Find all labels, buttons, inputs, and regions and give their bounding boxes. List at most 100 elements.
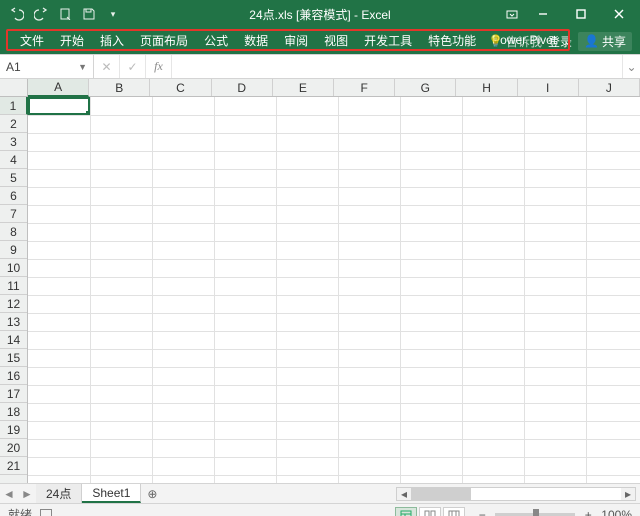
row-header[interactable]: 20 — [0, 439, 27, 457]
active-cell[interactable] — [28, 97, 90, 115]
zoom-in-button[interactable]: + — [581, 508, 595, 516]
column-header[interactable]: G — [395, 79, 456, 96]
zoom-controls: − + 100% — [475, 508, 632, 516]
expand-formula-bar-icon[interactable]: ⌄ — [622, 55, 640, 78]
share-button[interactable]: 👤 共享 — [578, 32, 632, 51]
row-header[interactable]: 21 — [0, 457, 27, 475]
row-header[interactable]: 15 — [0, 349, 27, 367]
column-header[interactable]: J — [579, 79, 640, 96]
tab-page-layout[interactable]: 页面布局 — [132, 31, 196, 49]
tab-view[interactable]: 视图 — [316, 31, 356, 49]
title-mode: [兼容模式] — [296, 8, 351, 22]
row-header[interactable]: 3 — [0, 133, 27, 151]
horizontal-scrollbar[interactable]: ◂ ▸ — [396, 487, 636, 501]
column-header[interactable]: F — [334, 79, 395, 96]
column-header[interactable]: E — [273, 79, 334, 96]
column-header[interactable]: A — [28, 79, 89, 97]
row-header[interactable]: 18 — [0, 403, 27, 421]
row-header[interactable]: 10 — [0, 259, 27, 277]
qat-customize-icon[interactable]: ▾ — [106, 7, 120, 21]
row-header[interactable]: 13 — [0, 313, 27, 331]
row-header[interactable]: 12 — [0, 295, 27, 313]
column-header[interactable]: B — [89, 79, 150, 96]
hscroll-left-icon[interactable]: ◂ — [397, 488, 411, 500]
select-all-corner[interactable] — [0, 79, 28, 97]
macro-record-icon[interactable] — [40, 509, 52, 516]
insert-function-button[interactable]: fx — [146, 55, 172, 78]
ribbon-display-options-icon[interactable] — [502, 0, 522, 28]
fx-label: fx — [154, 59, 163, 74]
column-header[interactable]: C — [150, 79, 211, 96]
zoom-slider-knob[interactable] — [533, 509, 539, 516]
view-shortcuts — [395, 507, 465, 516]
cancel-formula-icon: ✕ — [94, 55, 120, 78]
view-page-break-button[interactable] — [443, 507, 465, 516]
zoom-slider[interactable] — [495, 513, 575, 516]
tell-me-label: 告诉我 — [506, 33, 542, 50]
row-header[interactable]: 9 — [0, 241, 27, 259]
new-sheet-button[interactable]: ⊕ — [141, 487, 163, 501]
sheet-tab-0[interactable]: 24点 — [36, 484, 82, 503]
title-filename: 24点.xls — [249, 8, 292, 22]
cell-grid[interactable] — [28, 97, 640, 483]
title-app: Excel — [361, 8, 390, 22]
ribbon-tabs-highlight: 文件 开始 插入 页面布局 公式 数据 审阅 视图 开发工具 特色功能 Powe… — [6, 29, 570, 51]
redo-icon[interactable] — [34, 7, 48, 21]
quick-access-toolbar: ▾ — [0, 7, 120, 21]
close-button[interactable] — [602, 0, 636, 28]
tab-home[interactable]: 开始 — [52, 31, 92, 49]
row-header[interactable]: 11 — [0, 277, 27, 295]
tab-file[interactable]: 文件 — [12, 31, 52, 49]
share-label: 共享 — [602, 33, 626, 50]
sheet-tab-bar: ◄ ► 24点 Sheet1 ⊕ ◂ ▸ — [0, 483, 640, 503]
name-box[interactable]: A1 ▼ — [0, 55, 94, 78]
sheet-tab-1[interactable]: Sheet1 — [82, 484, 141, 503]
tab-review[interactable]: 审阅 — [276, 31, 316, 49]
tab-data[interactable]: 数据 — [236, 31, 276, 49]
row-header[interactable]: 16 — [0, 367, 27, 385]
save-icon[interactable] — [82, 7, 96, 21]
tab-formulas[interactable]: 公式 — [196, 31, 236, 49]
row-header[interactable]: 4 — [0, 151, 27, 169]
row-header[interactable]: 7 — [0, 205, 27, 223]
hscroll-track[interactable] — [411, 488, 621, 500]
tab-special[interactable]: 特色功能 — [420, 31, 484, 49]
zoom-out-button[interactable]: − — [475, 508, 489, 516]
spreadsheet-area: ABCDEFGHIJ 12345678910111213141516171819… — [0, 79, 640, 483]
print-preview-icon[interactable] — [58, 7, 72, 21]
sheet-nav-next-icon[interactable]: ► — [18, 484, 36, 503]
minimize-button[interactable] — [526, 0, 560, 28]
column-header[interactable]: H — [456, 79, 517, 96]
row-header[interactable]: 6 — [0, 187, 27, 205]
view-page-layout-button[interactable] — [419, 507, 441, 516]
ribbon-tabs: 文件 开始 插入 页面布局 公式 数据 审阅 视图 开发工具 特色功能 Powe… — [0, 28, 640, 54]
zoom-level[interactable]: 100% — [601, 508, 632, 516]
bulb-icon: 💡 — [488, 34, 503, 48]
row-header[interactable]: 19 — [0, 421, 27, 439]
undo-icon[interactable] — [10, 7, 24, 21]
row-header[interactable]: 17 — [0, 385, 27, 403]
share-icon: 👤 — [584, 34, 599, 48]
name-box-dropdown-icon[interactable]: ▼ — [78, 62, 87, 72]
row-headers: 123456789101112131415161718192021 — [0, 97, 28, 483]
tab-developer[interactable]: 开发工具 — [356, 31, 420, 49]
name-box-value: A1 — [6, 60, 21, 74]
sheet-nav-prev-icon[interactable]: ◄ — [0, 484, 18, 503]
row-header[interactable]: 1 — [0, 97, 28, 115]
formula-bar-input[interactable] — [172, 55, 622, 78]
row-header[interactable]: 5 — [0, 169, 27, 187]
formula-bar-tools: ✕ ✓ fx — [94, 55, 172, 78]
hscroll-thumb[interactable] — [411, 488, 471, 500]
title-bar: ▾ 24点.xls [兼容模式] - Excel — [0, 0, 640, 28]
tell-me-search[interactable]: 💡 告诉我 — [488, 33, 542, 50]
column-headers: ABCDEFGHIJ — [28, 79, 640, 97]
hscroll-right-icon[interactable]: ▸ — [621, 488, 635, 500]
tab-insert[interactable]: 插入 — [92, 31, 132, 49]
maximize-button[interactable] — [564, 0, 598, 28]
row-header[interactable]: 8 — [0, 223, 27, 241]
column-header[interactable]: I — [518, 79, 579, 96]
view-normal-button[interactable] — [395, 507, 417, 516]
row-header[interactable]: 14 — [0, 331, 27, 349]
column-header[interactable]: D — [212, 79, 273, 96]
row-header[interactable]: 2 — [0, 115, 27, 133]
